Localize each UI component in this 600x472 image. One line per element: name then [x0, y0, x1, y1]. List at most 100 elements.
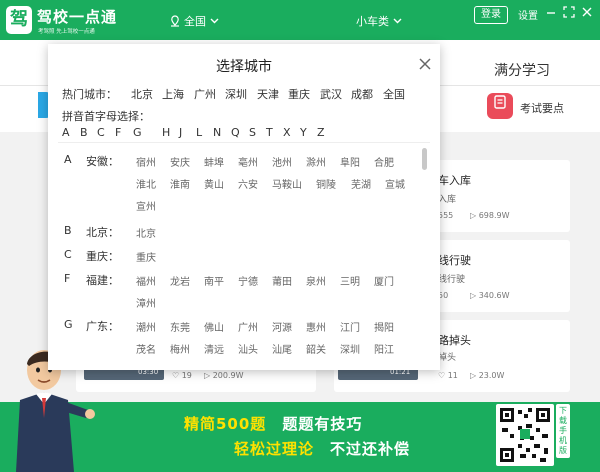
letter-filter-z[interactable]: Z — [317, 126, 325, 139]
city-item[interactable]: 韶关 — [306, 341, 326, 356]
banner-line-1: 精简500题 题题有技巧 — [184, 415, 363, 433]
city-item[interactable]: 广州 — [238, 319, 258, 334]
city-item[interactable]: 佛山 — [204, 319, 224, 334]
car-type-label: 小车类 — [356, 15, 389, 28]
view-count: ▷ 698.9W — [470, 211, 510, 220]
exam-points-icon[interactable] — [487, 93, 513, 119]
city-item[interactable]: 梅州 — [170, 341, 190, 356]
city-item[interactable]: 泉州 — [306, 273, 326, 288]
view-count: ▷ 340.6W — [470, 291, 510, 300]
app-logo: 驾 — [6, 6, 32, 34]
hot-city-item[interactable]: 天津 — [257, 86, 279, 102]
exam-points-label[interactable]: 考试要点 — [520, 100, 564, 116]
province-name: 重庆： — [86, 250, 119, 263]
city-item[interactable]: 龙岩 — [170, 273, 190, 288]
province-letter: G — [64, 318, 73, 331]
city-item[interactable]: 合肥 — [374, 154, 394, 169]
city-item[interactable]: 莆田 — [272, 273, 292, 288]
letter-filter-y[interactable]: Y — [300, 126, 307, 139]
letter-filter-b[interactable]: B — [80, 126, 88, 139]
city-item[interactable]: 厦门 — [374, 273, 394, 288]
close-icon — [582, 7, 592, 17]
city-item[interactable]: 淮北 — [136, 176, 156, 191]
city-item[interactable]: 江门 — [340, 319, 360, 334]
car-type-selector[interactable]: 小车类 — [356, 13, 402, 29]
tab-full-study[interactable]: 满分学习 — [494, 60, 550, 80]
city-item[interactable]: 惠州 — [306, 319, 326, 334]
like-count: ♡ 19 — [172, 371, 192, 380]
close-icon[interactable] — [418, 57, 432, 71]
city-item[interactable]: 茂名 — [136, 341, 156, 356]
hot-city-item[interactable]: 武汉 — [320, 86, 342, 102]
city-item[interactable]: 马鞍山 — [272, 176, 302, 191]
city-item[interactable]: 安庆 — [170, 154, 190, 169]
city-item[interactable]: 潮州 — [136, 319, 156, 334]
city-item[interactable]: 汕尾 — [272, 341, 292, 356]
city-item[interactable]: 福州 — [136, 273, 156, 288]
city-item[interactable]: 宿州 — [136, 154, 156, 169]
settings-button[interactable]: 设置 — [518, 7, 538, 22]
letter-filter-j[interactable]: J — [179, 126, 182, 139]
letter-filter-f[interactable]: F — [115, 126, 121, 139]
letter-filter-a[interactable]: A — [62, 126, 70, 139]
download-label: 下载手机版 — [556, 404, 570, 458]
city-item[interactable]: 清远 — [204, 341, 224, 356]
hot-city-item[interactable]: 全国 — [383, 86, 405, 102]
title-bar: 驾 驾校一点通 考驾照 先上驾校一点通 全国 小车类 登录 设置 — [0, 0, 600, 40]
city-item[interactable]: 六安 — [238, 176, 258, 191]
hot-city-item[interactable]: 上海 — [162, 86, 184, 102]
city-item[interactable]: 黄山 — [204, 176, 224, 191]
city-item[interactable]: 芜湖 — [351, 176, 371, 191]
city-item[interactable]: 北京 — [136, 225, 156, 240]
dialog-title: 选择城市 — [216, 59, 272, 75]
fullscreen-button[interactable] — [562, 6, 576, 20]
app-slogan: 考驾照 先上驾校一点通 — [38, 29, 95, 35]
hot-city-item[interactable]: 深圳 — [225, 86, 247, 102]
hot-city-item[interactable]: 北京 — [131, 86, 153, 102]
letter-filter-n[interactable]: N — [213, 126, 221, 139]
city-item[interactable]: 揭阳 — [374, 319, 394, 334]
city-item[interactable]: 亳州 — [238, 154, 258, 169]
letter-filter-g[interactable]: G — [133, 126, 142, 139]
city-item[interactable]: 南平 — [204, 273, 224, 288]
hot-city-item[interactable]: 重庆 — [288, 86, 310, 102]
like-count: ♡ 11 — [438, 371, 458, 380]
city-item[interactable]: 蚌埠 — [204, 154, 224, 169]
city-item[interactable]: 汕头 — [238, 341, 258, 356]
city-item[interactable]: 淮南 — [170, 176, 190, 191]
location-selector[interactable]: 全国 — [170, 13, 219, 29]
minimize-button[interactable] — [544, 6, 558, 20]
letter-filter-h[interactable]: H — [162, 126, 170, 139]
letter-filter-t[interactable]: T — [266, 126, 273, 139]
city-item[interactable]: 宁德 — [238, 273, 258, 288]
city-item[interactable]: 重庆 — [136, 249, 156, 264]
city-item[interactable]: 宣州 — [136, 198, 156, 213]
letter-filter-x[interactable]: X — [283, 126, 291, 139]
city-item[interactable]: 阳江 — [374, 341, 394, 356]
city-item[interactable]: 三明 — [340, 273, 360, 288]
minimize-icon — [547, 12, 555, 14]
province-letter: C — [64, 248, 72, 261]
city-item[interactable]: 阜阳 — [340, 154, 360, 169]
hot-city-item[interactable]: 广州 — [194, 86, 216, 102]
hot-city-item[interactable]: 成都 — [351, 86, 373, 102]
city-item[interactable]: 河源 — [272, 319, 292, 334]
city-item[interactable]: 东莞 — [170, 319, 190, 334]
city-select-dialog: 选择城市 热门城市： 北京 上海 广州 深圳 天津 重庆 武汉 成都 全国 拼音… — [48, 44, 440, 370]
province-name: 广东： — [86, 320, 119, 333]
city-item[interactable]: 铜陵 — [316, 176, 336, 191]
login-button[interactable]: 登录 — [474, 6, 508, 24]
pinyin-filter-label: 拼音首字母选择： — [62, 110, 150, 123]
city-item[interactable]: 宣城 — [385, 176, 405, 191]
city-item[interactable]: 深圳 — [340, 341, 360, 356]
letter-filter-l[interactable]: L — [196, 126, 202, 139]
letter-filter-c[interactable]: C — [97, 126, 105, 139]
city-item[interactable]: 漳州 — [136, 295, 156, 310]
province-letter: F — [64, 272, 71, 285]
letter-filter-s[interactable]: S — [249, 126, 256, 139]
city-item[interactable]: 滁州 — [306, 154, 326, 169]
letter-filter-q[interactable]: Q — [231, 126, 240, 139]
province-letter: A — [64, 153, 72, 166]
city-item[interactable]: 池州 — [272, 154, 292, 169]
close-window-button[interactable] — [580, 6, 594, 20]
